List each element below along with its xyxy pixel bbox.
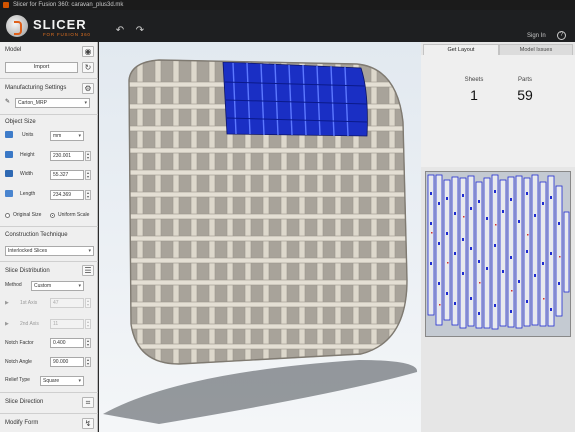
undo-arrow-icon[interactable]: ↶: [114, 26, 126, 36]
construction-technique-title: Construction Technique: [5, 232, 68, 238]
width-label: Width: [20, 171, 33, 177]
uniform-scale-radio[interactable]: [50, 213, 55, 218]
sign-in-link[interactable]: Sign In: [527, 33, 546, 40]
play-icon[interactable]: ▶: [5, 300, 9, 307]
sheet-layout-preview[interactable]: [425, 171, 571, 337]
divider: [0, 226, 98, 227]
length-icon: [5, 190, 13, 197]
gear-icon[interactable]: ⚙: [82, 83, 94, 94]
chevron-down-icon: ▾: [88, 248, 91, 254]
method-select[interactable]: Custom ▾: [31, 281, 84, 291]
height-field[interactable]: 230.001: [50, 151, 84, 161]
brand-name: SLICER: [33, 17, 87, 32]
play-icon[interactable]: ▶: [5, 321, 9, 328]
notch-angle-label: Notch Angle: [5, 359, 32, 365]
left-settings-panel: Model ◉ Import ↻ Manufacturing Settings …: [0, 42, 98, 432]
height-label: Height: [20, 152, 35, 158]
relief-type-select[interactable]: Square ▾: [40, 376, 84, 386]
width-icon: [5, 170, 13, 177]
first-axis-field[interactable]: 47: [50, 298, 84, 308]
grid-icon[interactable]: ⌗: [82, 397, 94, 408]
method-value: Custom: [34, 283, 52, 289]
notch-angle-stepper[interactable]: ▴ ▾: [85, 357, 91, 367]
second-axis-label: 2nd Axis: [20, 321, 39, 327]
redo-arrow-icon[interactable]: ↷: [134, 26, 146, 36]
model-section-title: Model: [5, 47, 22, 53]
pencil-icon[interactable]: ✎: [5, 99, 10, 106]
divider: [0, 392, 98, 393]
second-axis-stepper[interactable]: ▴ ▾: [85, 319, 91, 329]
units-icon: [5, 131, 13, 138]
tab-model-issues[interactable]: Model Issues: [499, 44, 573, 55]
material-select[interactable]: Carton_MRP ▾: [15, 98, 90, 108]
parts-label: Parts: [517, 77, 532, 83]
nested-parts-sheet: [426, 172, 570, 336]
divider: [0, 114, 98, 115]
modify-form-icon[interactable]: ↯: [82, 418, 94, 429]
construction-select[interactable]: Interlocked Slices ▾: [5, 246, 94, 256]
sheets-label: Sheets: [464, 77, 484, 83]
modify-form-title: Modify Form: [5, 420, 39, 426]
layout-stats: Sheets 1 Parts 59: [421, 55, 575, 167]
import-button[interactable]: Import: [5, 62, 78, 73]
units-label: Units: [22, 132, 34, 138]
chevron-down-icon: ▾: [84, 100, 87, 106]
manufacturing-settings-title: Manufacturing Settings: [5, 85, 67, 91]
notch-factor-stepper[interactable]: ▴ ▾: [85, 338, 91, 348]
brand-subtitle: FOR FUSION 360: [43, 32, 91, 37]
object-size-title: Object Size: [5, 119, 36, 125]
app-header: SLICER FOR FUSION 360 ↶ ↷ Sign In ?: [0, 10, 575, 42]
divider: [0, 261, 98, 262]
refresh-icon[interactable]: ↻: [82, 62, 94, 73]
width-field[interactable]: 55.327: [50, 170, 84, 180]
construction-value: Interlocked Slices: [8, 248, 48, 254]
relief-type-label: Relief Type: [5, 377, 30, 383]
uniform-scale-label: Uniform Scale: [58, 212, 90, 218]
slice-direction-title: Slice Direction: [5, 399, 44, 405]
method-label: Method: [5, 282, 22, 288]
window-title-bar: Slicer for Fusion 360: caravan_plus3d.mk: [0, 0, 575, 10]
chevron-down-icon: ▾: [78, 133, 81, 139]
app-icon: [3, 2, 9, 8]
second-axis-field[interactable]: 11: [50, 319, 84, 329]
window-title: Slicer for Fusion 360: caravan_plus3d.mk: [13, 2, 124, 8]
list-icon[interactable]: ☰: [82, 265, 94, 276]
notch-factor-label: Notch Factor: [5, 340, 34, 346]
original-size-label: Original Size: [13, 212, 42, 218]
slice-distribution-title: Slice Distribution: [5, 268, 50, 274]
tab-get-layout[interactable]: Get Layout: [423, 44, 499, 55]
length-label: Length: [20, 191, 36, 197]
units-value: mm: [53, 133, 62, 139]
divider: [0, 413, 98, 414]
units-select[interactable]: mm ▾: [50, 131, 84, 141]
first-axis-label: 1st Axis: [20, 300, 38, 306]
eye-icon[interactable]: ◉: [82, 46, 94, 57]
notch-angle-field[interactable]: 90.000: [50, 357, 84, 367]
height-icon: [5, 151, 13, 158]
height-stepper[interactable]: ▴ ▾: [85, 151, 91, 161]
notch-factor-field[interactable]: 0.400: [50, 338, 84, 348]
length-stepper[interactable]: ▴ ▾: [85, 190, 91, 200]
chevron-down-icon: ▾: [78, 378, 81, 384]
parts-count: 59: [517, 87, 533, 103]
3d-viewport[interactable]: [99, 42, 421, 432]
width-stepper[interactable]: ▴ ▾: [85, 170, 91, 180]
slicer-app-window: Slicer for Fusion 360: caravan_plus3d.mk…: [0, 0, 575, 432]
model-shadow: [103, 360, 418, 424]
relief-type-value: Square: [43, 378, 60, 384]
divider: [0, 78, 98, 79]
selected-slices: [222, 61, 368, 137]
slicer-logo-icon: [6, 15, 28, 37]
sliced-model-render[interactable]: [99, 42, 421, 432]
sheets-count: 1: [470, 87, 478, 103]
length-field[interactable]: 234.369: [50, 190, 84, 200]
right-layout-panel: Get Layout Model Issues Sheets 1 Parts 5…: [421, 42, 575, 432]
material-value: Carton_MRP: [18, 100, 47, 106]
original-size-radio[interactable]: [5, 213, 10, 218]
first-axis-stepper[interactable]: ▴ ▾: [85, 298, 91, 308]
help-icon[interactable]: ?: [557, 31, 566, 40]
chevron-down-icon: ▾: [78, 283, 81, 289]
